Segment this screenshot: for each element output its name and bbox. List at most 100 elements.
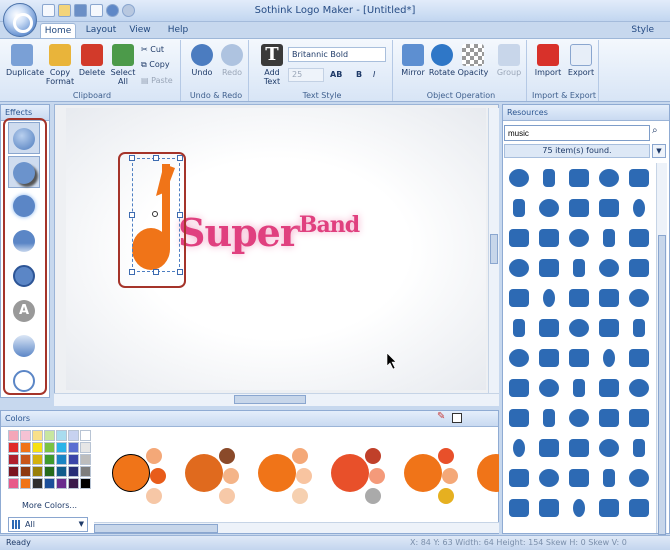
resource-music-icon[interactable] xyxy=(564,283,594,313)
tab-help[interactable]: Help xyxy=(164,23,192,39)
resource-music-icon[interactable] xyxy=(504,283,534,313)
tab-view[interactable]: View xyxy=(126,23,154,39)
color-swatch[interactable] xyxy=(32,430,43,441)
resource-music-icon[interactable] xyxy=(564,343,594,373)
resource-music-icon[interactable] xyxy=(594,433,624,463)
resource-music-icon[interactable] xyxy=(624,283,654,313)
canvas-horizontal-scrollbar[interactable] xyxy=(54,393,499,406)
resource-music-icon[interactable] xyxy=(534,373,564,403)
resource-music-icon[interactable] xyxy=(564,223,594,253)
resource-music-icon[interactable] xyxy=(624,343,654,373)
resource-music-icon[interactable] xyxy=(504,493,534,523)
resource-music-icon[interactable] xyxy=(624,463,654,493)
group-button[interactable]: Group xyxy=(493,44,525,88)
color-swatch[interactable] xyxy=(44,466,55,477)
color-swatch[interactable] xyxy=(56,478,67,489)
resource-music-icon[interactable] xyxy=(534,253,564,283)
resource-music-icon[interactable] xyxy=(564,463,594,493)
color-swatch[interactable] xyxy=(44,478,55,489)
color-schemes-scrollbar[interactable] xyxy=(94,522,499,533)
color-swatch[interactable] xyxy=(32,466,43,477)
color-swatch[interactable] xyxy=(80,430,91,441)
color-swatch[interactable] xyxy=(68,466,79,477)
resource-music-icon[interactable] xyxy=(594,253,624,283)
canvas-vertical-scrollbar[interactable] xyxy=(488,108,499,393)
resource-music-icon[interactable] xyxy=(504,223,534,253)
resource-music-icon[interactable] xyxy=(564,433,594,463)
resource-music-icon[interactable] xyxy=(594,403,624,433)
chevron-down-icon[interactable]: ▼ xyxy=(652,144,666,158)
resource-music-icon[interactable] xyxy=(534,163,564,193)
resource-music-icon[interactable] xyxy=(624,223,654,253)
color-scheme[interactable] xyxy=(246,440,316,510)
copy-button[interactable]: ⧉ Copy xyxy=(141,59,170,71)
resource-music-icon[interactable] xyxy=(534,283,564,313)
resource-music-icon[interactable] xyxy=(534,343,564,373)
resource-music-icon[interactable] xyxy=(534,223,564,253)
color-swatch[interactable] xyxy=(8,430,19,441)
resource-music-icon[interactable] xyxy=(564,193,594,223)
resource-music-icon[interactable] xyxy=(504,433,534,463)
resource-music-icon[interactable] xyxy=(594,283,624,313)
color-swatch[interactable] xyxy=(80,478,91,489)
color-swatch[interactable] xyxy=(44,442,55,453)
resource-music-icon[interactable] xyxy=(624,433,654,463)
font-size-select[interactable]: 25 xyxy=(288,68,324,82)
color-swatch[interactable] xyxy=(32,442,43,453)
font-select[interactable]: Britannic Bold xyxy=(288,47,386,62)
resource-music-icon[interactable] xyxy=(564,163,594,193)
resource-music-icon[interactable] xyxy=(594,223,624,253)
resource-music-icon[interactable] xyxy=(564,313,594,343)
color-swatch[interactable] xyxy=(20,454,31,465)
resource-music-icon[interactable] xyxy=(594,373,624,403)
delete-button[interactable]: Delete xyxy=(76,44,108,88)
rotate-button[interactable]: Rotate xyxy=(426,44,458,88)
resource-music-icon[interactable] xyxy=(624,403,654,433)
resource-music-icon[interactable] xyxy=(534,433,564,463)
resource-music-icon[interactable] xyxy=(534,403,564,433)
tab-home[interactable]: Home xyxy=(40,23,76,39)
color-swatch[interactable] xyxy=(8,478,19,489)
color-filter-select[interactable]: All ▼ xyxy=(8,517,88,532)
color-scheme[interactable] xyxy=(465,440,499,510)
color-swatch[interactable] xyxy=(44,454,55,465)
color-swatch[interactable] xyxy=(56,454,67,465)
color-swatch[interactable] xyxy=(8,454,19,465)
paste-button[interactable]: ▤ Paste xyxy=(141,75,173,87)
color-swatch[interactable] xyxy=(32,478,43,489)
color-swatch[interactable] xyxy=(56,430,67,441)
color-swatch[interactable] xyxy=(8,466,19,477)
add-text-button[interactable]: T Add Text xyxy=(256,44,288,88)
color-swatch[interactable] xyxy=(20,466,31,477)
opacity-button[interactable]: Opacity xyxy=(457,44,489,88)
color-swatch[interactable] xyxy=(80,454,91,465)
resource-music-icon[interactable] xyxy=(594,493,624,523)
resources-scrollbar[interactable] xyxy=(656,163,667,535)
current-color-swatch[interactable] xyxy=(452,413,462,423)
color-swatch[interactable] xyxy=(56,442,67,453)
color-swatch[interactable] xyxy=(80,442,91,453)
export-button[interactable]: Export xyxy=(565,44,597,88)
resource-music-icon[interactable] xyxy=(594,163,624,193)
style-menu[interactable]: Style xyxy=(631,25,654,35)
resource-music-icon[interactable] xyxy=(504,163,534,193)
resource-music-icon[interactable] xyxy=(564,253,594,283)
duplicate-button[interactable]: Duplicate xyxy=(6,44,44,88)
resource-music-icon[interactable] xyxy=(624,193,654,223)
color-scheme[interactable] xyxy=(392,440,462,510)
resource-music-icon[interactable] xyxy=(624,493,654,523)
color-swatch[interactable] xyxy=(20,430,31,441)
resource-music-icon[interactable] xyxy=(624,163,654,193)
color-swatch[interactable] xyxy=(68,430,79,441)
resource-music-icon[interactable] xyxy=(624,373,654,403)
color-scheme[interactable] xyxy=(100,440,170,510)
bold-button[interactable]: B xyxy=(356,69,362,81)
resource-music-icon[interactable] xyxy=(564,403,594,433)
resource-music-icon[interactable] xyxy=(504,373,534,403)
more-colors-link[interactable]: More Colors... xyxy=(22,501,77,510)
text-case-button[interactable]: AB xyxy=(330,69,342,81)
eyedropper-icon[interactable]: ✎ xyxy=(437,411,445,422)
color-swatch[interactable] xyxy=(68,454,79,465)
italic-button[interactable]: I xyxy=(373,69,375,81)
redo-button[interactable]: Redo xyxy=(216,44,248,88)
